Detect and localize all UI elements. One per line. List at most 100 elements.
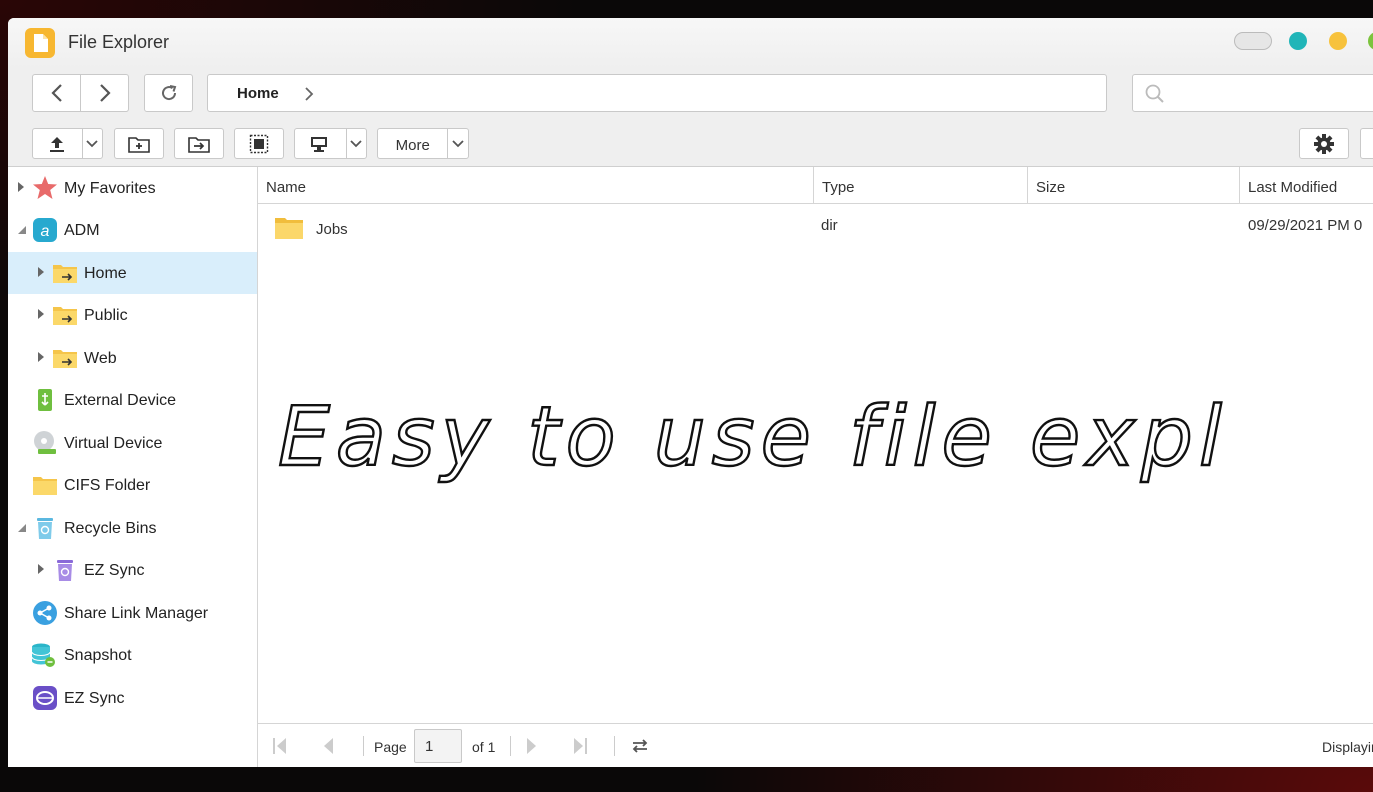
window-maximize-button[interactable] — [1368, 32, 1373, 50]
sidebar-item-label: EZ Sync — [64, 690, 125, 707]
chevron-down-icon — [86, 139, 98, 147]
disc-icon — [34, 431, 56, 454]
upload-dropdown[interactable] — [81, 129, 102, 158]
window-title: File Explorer — [68, 32, 170, 52]
more-button[interactable]: More — [377, 128, 469, 159]
window-help-button[interactable] — [1289, 32, 1307, 50]
sidebar-item-my-favorites[interactable]: My Favorites — [8, 167, 257, 209]
folder-icon — [33, 477, 57, 495]
expand-arrow-icon[interactable] — [18, 182, 24, 192]
page-number-input[interactable]: 1 — [414, 729, 462, 763]
chevron-down-icon — [350, 139, 362, 147]
sidebar-item-public[interactable]: Public — [8, 294, 257, 336]
network-drive-dropdown[interactable] — [345, 129, 366, 158]
sidebar-item-cifs-folder[interactable]: CIFS Folder — [8, 464, 257, 506]
chevron-right-icon[interactable] — [303, 86, 315, 102]
sidebar-item-label: ADM — [64, 222, 100, 239]
column-header-size[interactable]: Size — [1028, 167, 1240, 204]
window-minimize-button[interactable] — [1329, 32, 1347, 50]
sidebar-item-home[interactable]: Home — [8, 252, 257, 294]
select-all-button[interactable] — [234, 128, 284, 159]
select-all-icon — [249, 134, 269, 153]
upload-button[interactable] — [32, 128, 103, 159]
refresh-icon — [161, 85, 176, 101]
table-row[interactable]: Jobs dir 09/29/2021 PM 0 — [258, 205, 1373, 255]
new-folder-button[interactable] — [114, 128, 164, 159]
computer-icon — [311, 136, 328, 152]
sidebar-tree: My Favorites a ADM Home Public Web Exter… — [8, 167, 258, 767]
gear-icon — [1314, 133, 1334, 154]
column-header-type[interactable]: Type — [814, 167, 1028, 204]
file-name: Jobs — [316, 221, 348, 238]
next-page-icon[interactable] — [524, 736, 540, 756]
column-header-last-modified[interactable]: Last Modified — [1240, 167, 1373, 204]
network-drive-button[interactable] — [294, 128, 367, 159]
new-folder-icon — [128, 136, 150, 153]
upload-icon — [50, 136, 65, 152]
star-icon — [33, 176, 57, 199]
collapse-arrow-icon[interactable] — [18, 226, 26, 234]
window-toggle-button[interactable] — [1234, 32, 1272, 50]
sidebar-item-adm[interactable]: a ADM — [8, 209, 257, 251]
more-label: More — [395, 136, 430, 154]
more-dropdown[interactable] — [447, 129, 468, 158]
handwritten-annotation: Easy to use file explorer — [278, 389, 1228, 486]
adm-icon: a — [33, 218, 57, 242]
sidebar-item-label: EZ Sync — [84, 562, 145, 579]
sidebar-item-label: CIFS Folder — [64, 477, 151, 494]
sidebar-item-label: Virtual Device — [64, 435, 163, 452]
search-input[interactable] — [1132, 74, 1373, 112]
sidebar-item-web[interactable]: Web — [8, 337, 257, 379]
sidebar-item-label: External Device — [64, 392, 177, 409]
separator — [614, 736, 615, 756]
shared-folder-icon — [53, 350, 77, 368]
expand-arrow-icon[interactable] — [38, 267, 44, 277]
expand-arrow-icon[interactable] — [38, 352, 44, 362]
recycle-bin-icon — [37, 518, 53, 539]
ez-sync-icon — [33, 686, 57, 710]
expand-arrow-icon[interactable] — [38, 564, 44, 574]
chevron-down-icon — [452, 139, 464, 147]
collapse-arrow-icon[interactable] — [18, 524, 26, 532]
sidebar-item-label: Share Link Manager — [64, 605, 209, 622]
recycle-bin-purple-icon — [57, 560, 73, 581]
usb-icon — [38, 389, 52, 411]
sidebar-item-virtual-device[interactable]: Virtual Device — [8, 422, 257, 464]
back-button[interactable] — [32, 74, 81, 112]
snapshot-icon — [31, 643, 55, 667]
forward-button[interactable] — [80, 74, 129, 112]
refresh-button[interactable] — [144, 74, 193, 112]
chevron-right-icon — [99, 84, 111, 102]
sidebar-item-snapshot[interactable]: Snapshot — [8, 634, 257, 676]
svg-text:a: a — [41, 223, 50, 240]
view-mode-button[interactable] — [1360, 128, 1373, 159]
expand-arrow-icon[interactable] — [38, 309, 44, 319]
sidebar-item-share-link-manager[interactable]: Share Link Manager — [8, 592, 257, 634]
navigation-bar: Home — [8, 68, 1373, 118]
title-bar: File Explorer — [8, 18, 1373, 68]
settings-button[interactable] — [1299, 128, 1349, 159]
sidebar-item-label: Recycle Bins — [64, 520, 157, 537]
previous-page-icon[interactable] — [320, 736, 336, 756]
sidebar-item-recycle-bins[interactable]: Recycle Bins — [8, 507, 257, 549]
move-button[interactable] — [174, 128, 224, 159]
sidebar-item-ez-sync[interactable]: EZ Sync — [8, 677, 257, 719]
sidebar-item-external-device[interactable]: External Device — [8, 379, 257, 421]
sidebar-item-label: Web — [84, 350, 117, 367]
display-status: Displayin — [1322, 739, 1373, 755]
first-page-icon[interactable] — [272, 736, 288, 756]
sidebar-item-ez-sync-recycle[interactable]: EZ Sync — [8, 549, 257, 591]
last-page-icon[interactable] — [572, 736, 588, 756]
column-header-name[interactable]: Name — [258, 167, 814, 204]
sidebar-item-label: Snapshot — [64, 647, 132, 664]
refresh-list-icon[interactable] — [630, 736, 650, 756]
folder-icon — [275, 218, 303, 239]
page-label: Page — [374, 739, 407, 755]
breadcrumb-home[interactable]: Home — [237, 85, 279, 102]
share-icon — [33, 601, 57, 625]
separator — [363, 736, 364, 756]
sidebar-item-label: Public — [84, 307, 128, 324]
file-explorer-app-icon — [25, 28, 55, 58]
page-count-label: of 1 — [472, 739, 496, 755]
sidebar-item-label: My Favorites — [64, 180, 156, 197]
